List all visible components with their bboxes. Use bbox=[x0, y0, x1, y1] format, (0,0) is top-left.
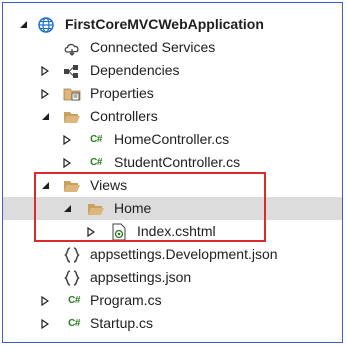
tree-item-dependencies[interactable]: Dependencies bbox=[3, 59, 342, 82]
folder-open-icon bbox=[87, 197, 105, 220]
tree-item-home-controller[interactable]: C# HomeController.cs bbox=[3, 128, 342, 151]
folder-open-icon bbox=[63, 174, 81, 197]
connected-services-label: Connected Services bbox=[90, 39, 216, 55]
tree-item-views[interactable]: Views bbox=[3, 174, 342, 197]
properties-label: Properties bbox=[90, 85, 154, 101]
controllers-label: Controllers bbox=[90, 108, 158, 124]
json-file-icon bbox=[63, 266, 81, 289]
tree-item-home-folder[interactable]: Home bbox=[3, 197, 342, 220]
collapsed-arrow-icon[interactable] bbox=[39, 289, 51, 312]
index-label: Index.cshtml bbox=[137, 223, 216, 239]
tree-item-project[interactable]: FirstCoreMVCWebApplication bbox=[3, 13, 342, 36]
cloud-icon bbox=[63, 36, 81, 59]
json-file-icon bbox=[63, 243, 81, 266]
collapsed-arrow-icon[interactable] bbox=[61, 128, 73, 151]
collapsed-arrow-icon[interactable] bbox=[85, 220, 97, 243]
tree-item-appsettings[interactable]: appsettings.json bbox=[3, 266, 342, 289]
home-controller-label: HomeController.cs bbox=[114, 131, 230, 147]
tree-item-appsettings-development[interactable]: appsettings.Development.json bbox=[3, 243, 342, 266]
tree-item-program[interactable]: C# Program.cs bbox=[3, 289, 342, 312]
dependencies-label: Dependencies bbox=[90, 62, 180, 78]
collapsed-arrow-icon[interactable] bbox=[39, 59, 51, 82]
expanded-arrow-icon[interactable] bbox=[17, 13, 29, 36]
tree-item-index[interactable]: Index.cshtml bbox=[3, 220, 342, 243]
expanded-arrow-icon[interactable] bbox=[39, 105, 51, 128]
csharp-file-icon: C# bbox=[90, 134, 102, 145]
expanded-arrow-icon[interactable] bbox=[61, 197, 73, 220]
project-label: FirstCoreMVCWebApplication bbox=[65, 16, 264, 32]
collapsed-arrow-icon[interactable] bbox=[39, 82, 51, 105]
tree-item-student-controller[interactable]: C# StudentController.cs bbox=[3, 151, 342, 174]
home-folder-label: Home bbox=[114, 200, 152, 216]
tree-item-startup[interactable]: C# Startup.cs bbox=[3, 312, 342, 335]
program-label: Program.cs bbox=[90, 292, 162, 308]
collapsed-arrow-icon[interactable] bbox=[39, 312, 51, 335]
tree-item-controllers[interactable]: Controllers bbox=[3, 105, 342, 128]
properties-icon bbox=[63, 82, 81, 105]
razor-file-icon bbox=[110, 220, 128, 243]
dependencies-icon bbox=[63, 59, 81, 82]
collapsed-arrow-icon[interactable] bbox=[61, 151, 73, 174]
web-project-icon bbox=[37, 13, 55, 36]
tree-item-properties[interactable]: Properties bbox=[3, 82, 342, 105]
appsettings-label: appsettings.json bbox=[90, 269, 192, 285]
csharp-file-icon: C# bbox=[68, 318, 80, 329]
solution-explorer-panel: FirstCoreMVCWebApplication Connected Ser… bbox=[2, 2, 343, 343]
tree-item-connected-services[interactable]: Connected Services bbox=[3, 36, 342, 59]
expanded-arrow-icon[interactable] bbox=[39, 174, 51, 197]
folder-open-icon bbox=[63, 105, 81, 128]
csharp-file-icon: C# bbox=[90, 157, 102, 168]
csharp-file-icon: C# bbox=[68, 295, 80, 306]
appsettings-development-label: appsettings.Development.json bbox=[90, 246, 278, 262]
student-controller-label: StudentController.cs bbox=[114, 154, 241, 170]
startup-label: Startup.cs bbox=[90, 315, 154, 331]
views-label: Views bbox=[90, 177, 128, 193]
